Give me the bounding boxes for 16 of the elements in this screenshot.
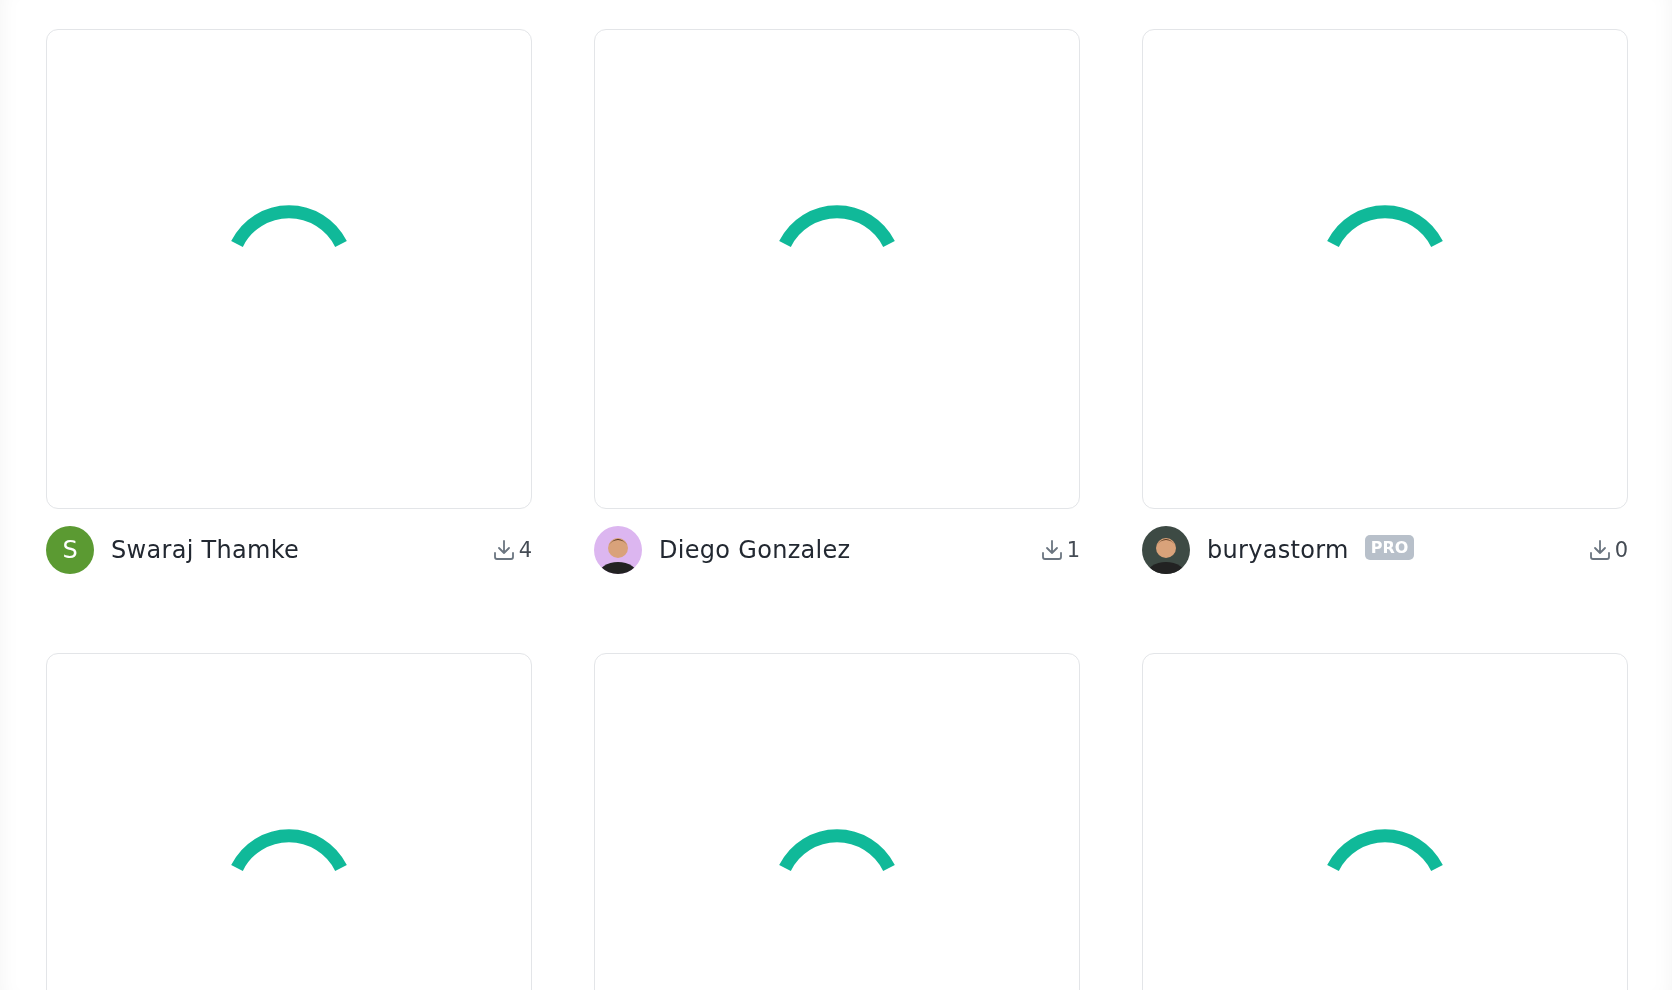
download-icon xyxy=(1039,538,1064,562)
card-background[interactable] xyxy=(1142,29,1628,509)
author-name[interactable]: Swaraj Thamke xyxy=(111,536,300,564)
download-count: 0 xyxy=(1614,538,1628,562)
card-background[interactable] xyxy=(46,653,532,990)
download-count: 4 xyxy=(518,538,532,562)
author-name[interactable]: buryastorm xyxy=(1207,536,1349,564)
pro-badge: PRO xyxy=(1364,534,1415,560)
download-count: 1 xyxy=(1066,538,1080,562)
download-icon xyxy=(491,538,516,562)
card-background[interactable] xyxy=(594,653,1080,990)
card-background[interactable] xyxy=(1142,653,1628,990)
card-background[interactable] xyxy=(594,29,1080,509)
card-background[interactable] xyxy=(46,29,532,509)
download-icon xyxy=(1587,538,1612,562)
author-name[interactable]: Diego Gonzalez xyxy=(659,536,851,564)
